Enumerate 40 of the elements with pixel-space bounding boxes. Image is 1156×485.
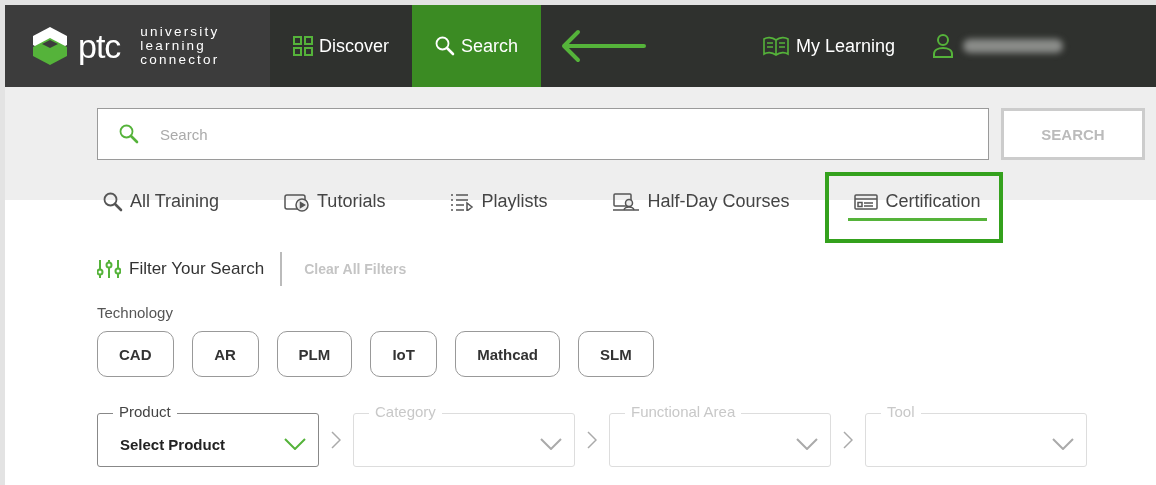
chevron-right-icon — [843, 431, 853, 449]
technology-chip[interactable]: IoT — [370, 331, 438, 377]
logo-subtitle: learning — [140, 39, 206, 53]
list-icon — [450, 192, 475, 211]
chevron-down-icon — [540, 438, 562, 450]
category-tab[interactable]: Certification — [848, 190, 987, 221]
chevron-down-icon — [1052, 438, 1074, 450]
nav-tab[interactable]: Discover — [270, 5, 412, 87]
technology-chip[interactable]: PLM — [276, 331, 353, 377]
technology-chip[interactable]: AR — [191, 331, 259, 377]
grid-icon — [293, 36, 313, 56]
filter-title: Filter Your Search — [129, 259, 265, 279]
search-icon — [119, 124, 139, 144]
chevron-right-icon — [331, 431, 341, 449]
dropdown-label: Product — [113, 403, 177, 420]
technology-chip[interactable]: Mathcad — [455, 331, 560, 377]
sliders-icon — [97, 259, 121, 279]
certificate-icon — [854, 192, 879, 211]
user-icon[interactable] — [933, 34, 954, 58]
chevron-down-icon — [796, 438, 818, 450]
category-tab[interactable]: Tutorials — [278, 190, 392, 221]
category-tab[interactable]: Half-Day Courses — [606, 190, 796, 221]
logo-subtitle: connector — [140, 53, 220, 67]
brand-name: ptc — [78, 26, 121, 66]
arrow-icon — [561, 29, 648, 63]
chevron-right-icon — [587, 431, 597, 449]
chevron-down-icon — [284, 438, 306, 450]
technology-chip[interactable]: CAD — [97, 331, 174, 377]
search-field[interactable]: Search — [97, 108, 989, 160]
category-tab[interactable]: All Training — [97, 190, 226, 221]
technology-label: Technology — [97, 304, 174, 321]
my-learning-link[interactable]: My Learning — [757, 5, 902, 87]
nav-tab[interactable]: Search — [412, 5, 542, 87]
logo-icon — [32, 26, 68, 66]
logo-subtitle: university — [140, 25, 220, 39]
search-icon — [103, 191, 123, 212]
category-tab[interactable]: Playlists — [444, 190, 554, 221]
book-icon — [763, 36, 790, 56]
technology-chip[interactable]: SLM — [578, 331, 654, 377]
search-icon — [435, 36, 455, 56]
